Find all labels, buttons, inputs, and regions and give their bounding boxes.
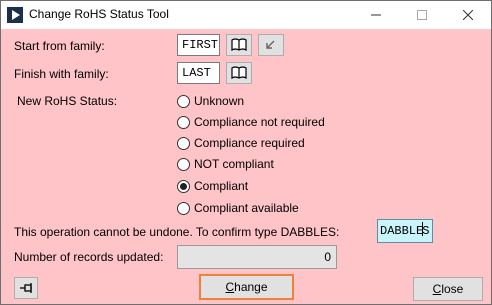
radio-button-selected[interactable] [177,180,190,193]
status-option-label: Compliance required [194,136,305,150]
maximize-icon [417,10,427,20]
radio-button[interactable] [177,158,190,171]
radio-button[interactable] [177,95,190,108]
change-button-label: hange [234,280,268,294]
app-icon [7,7,23,23]
radio-button[interactable] [177,202,190,215]
status-option-label: Compliant [194,179,249,193]
status-option-label: Compliant available [194,201,299,215]
title-bar: Change RoHS Status Tool [1,1,491,29]
close-window-button[interactable] [445,1,491,29]
window-title: Change RoHS Status Tool [29,7,169,21]
finish-family-lookup-button[interactable] [226,62,252,84]
confirm-label: This operation cannot be undone. To conf… [14,225,340,239]
start-family-first-button[interactable] [258,34,284,56]
close-button[interactable]: Close [413,277,483,301]
change-button-mnemonic: C [225,280,235,294]
minimize-icon [371,14,381,16]
minimize-button[interactable] [353,1,399,29]
close-icon [463,10,473,20]
status-option-label: NOT compliant [194,157,274,171]
maximize-button[interactable] [399,1,445,29]
start-family-label: Start from family: [14,39,105,53]
start-family-lookup-button[interactable] [226,34,252,56]
finish-family-label: Finish with family: [14,67,109,81]
status-option-label: Unknown [194,94,245,108]
arrow-down-left-icon [266,40,275,49]
new-status-label: New RoHS Status: [17,94,118,108]
status-option-label: Compliance not required [194,115,325,129]
finish-family-input[interactable]: LAST [177,62,220,84]
book-icon [231,38,247,52]
change-button[interactable]: Change [199,274,294,300]
confirm-text-end: S [422,224,430,238]
change-rohs-window: Change RoHS Status Tool Start from famil… [0,0,492,305]
radio-button[interactable] [177,137,190,150]
pin-icon [20,283,32,293]
close-button-label: lose [441,282,464,296]
book-icon [231,66,247,80]
pin-button[interactable] [14,277,38,299]
radio-button[interactable] [177,116,190,129]
confirm-input[interactable]: DABBLES [377,219,433,243]
confirm-text: DABBLE [380,224,424,238]
records-updated-label: Number of records updated: [14,250,164,264]
records-updated-field: 0 [177,245,337,269]
start-family-input[interactable]: FIRST [177,34,220,56]
